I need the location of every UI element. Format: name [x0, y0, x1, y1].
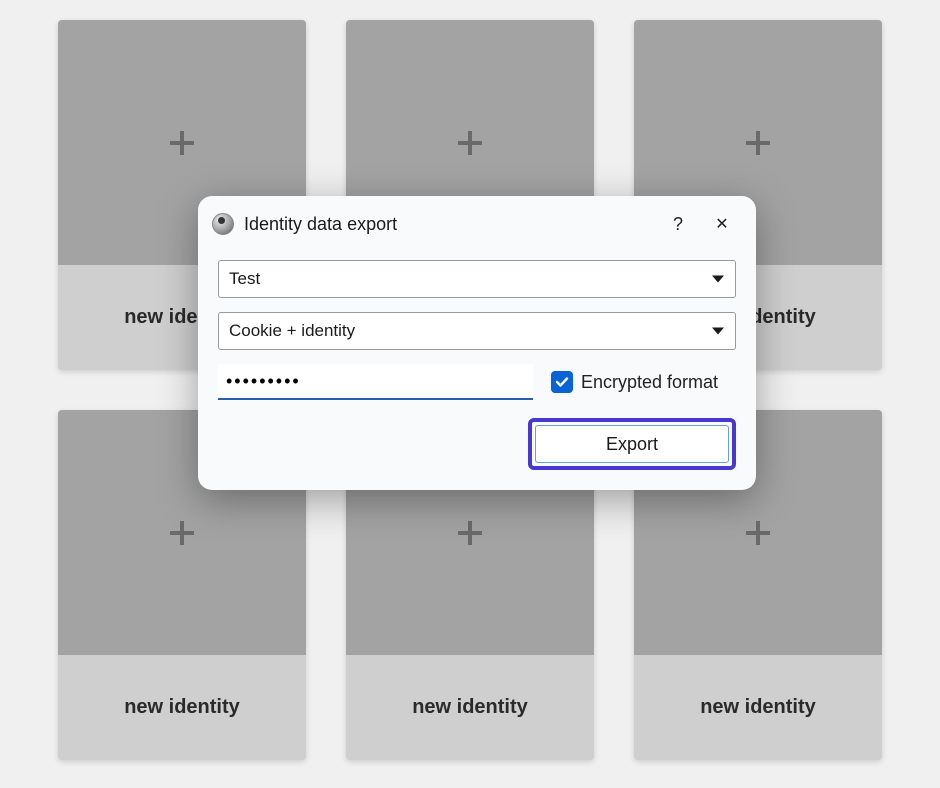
- dialog-header: Identity data export ? ✕: [198, 196, 756, 252]
- export-type-field[interactable]: [218, 312, 736, 350]
- plus-icon: [168, 129, 196, 157]
- app-icon: [212, 213, 234, 235]
- plus-icon: [744, 519, 772, 547]
- card-label: new identity: [346, 655, 594, 760]
- plus-icon: [168, 519, 196, 547]
- export-highlight: Export: [528, 418, 736, 470]
- close-button[interactable]: ✕: [704, 208, 740, 240]
- encrypted-option[interactable]: Encrypted format: [551, 371, 718, 393]
- encrypted-checkbox[interactable]: [551, 371, 573, 393]
- card-label: new identity: [634, 655, 882, 760]
- export-button[interactable]: Export: [535, 425, 729, 463]
- password-row: Encrypted format: [218, 364, 736, 400]
- plus-icon: [456, 129, 484, 157]
- identity-select[interactable]: [218, 260, 736, 298]
- encrypted-label: Encrypted format: [581, 372, 718, 393]
- card-label: new identity: [58, 655, 306, 760]
- password-input[interactable]: [218, 364, 533, 400]
- plus-icon: [456, 519, 484, 547]
- help-button[interactable]: ?: [660, 208, 696, 240]
- export-type-select[interactable]: [218, 312, 736, 350]
- export-dialog: Identity data export ? ✕ Encrypted forma…: [198, 196, 756, 490]
- dialog-title: Identity data export: [244, 214, 652, 235]
- dialog-actions: Export: [218, 418, 736, 470]
- dialog-body: Encrypted format Export: [198, 252, 756, 490]
- plus-icon: [744, 129, 772, 157]
- identity-select-field[interactable]: [218, 260, 736, 298]
